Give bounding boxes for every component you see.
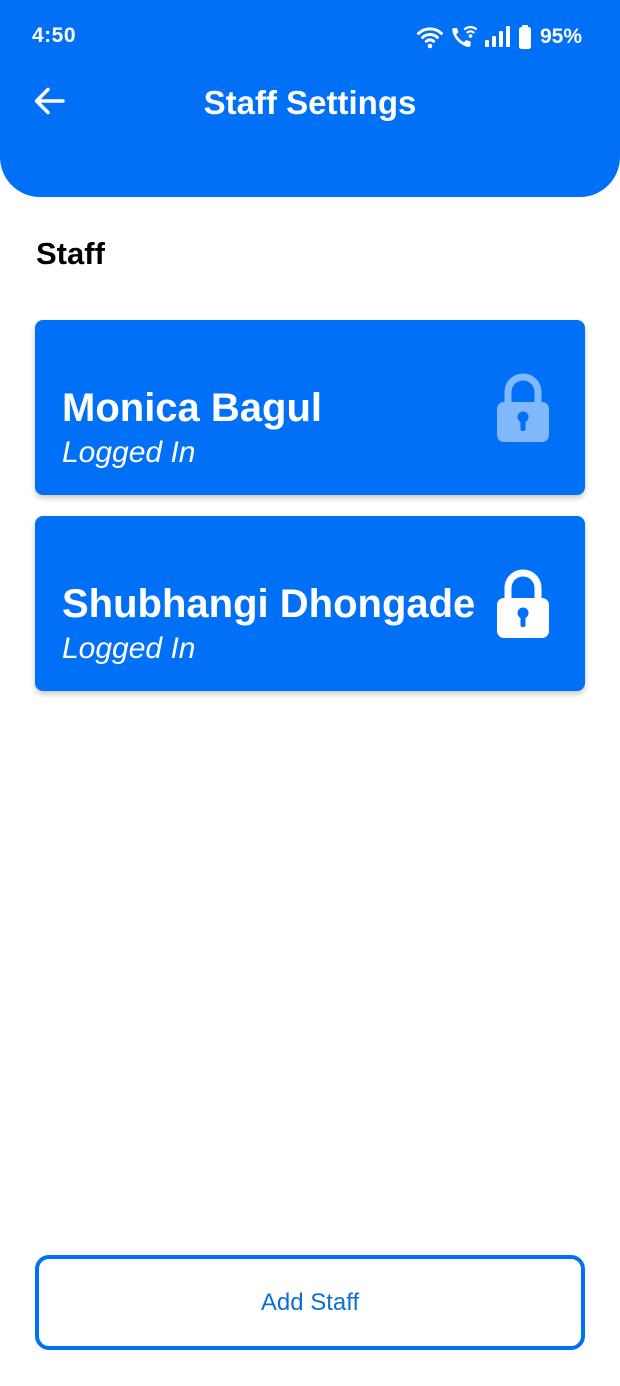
battery-icon	[518, 25, 532, 49]
staff-name: Shubhangi Dhongade	[62, 582, 476, 626]
lock-icon[interactable]	[495, 568, 551, 640]
lock-icon[interactable]	[495, 372, 551, 444]
battery-percent: 95%	[539, 25, 582, 48]
signal-icon	[484, 26, 512, 48]
app-header: 4:50 95% Staff Settings	[0, 0, 620, 197]
wifi-icon	[416, 25, 444, 49]
staff-settings-screen: 4:50 95% Staff Settings Staff Monica Bag…	[0, 0, 620, 1386]
status-time: 4:50	[32, 24, 77, 47]
section-title: Staff	[36, 236, 105, 271]
staff-status: Logged In	[62, 436, 196, 469]
status-bar: 4:50 95%	[0, 0, 620, 74]
staff-card[interactable]: Shubhangi Dhongade Logged In	[35, 516, 585, 691]
status-icons: 95%	[416, 22, 582, 52]
page-title: Staff Settings	[203, 84, 417, 121]
staff-card[interactable]: Monica Bagul Logged In	[35, 320, 585, 495]
add-staff-button[interactable]: Add Staff	[35, 1255, 585, 1350]
staff-name: Monica Bagul	[62, 386, 323, 430]
staff-status: Logged In	[62, 632, 196, 665]
wifi-call-icon	[450, 24, 478, 50]
